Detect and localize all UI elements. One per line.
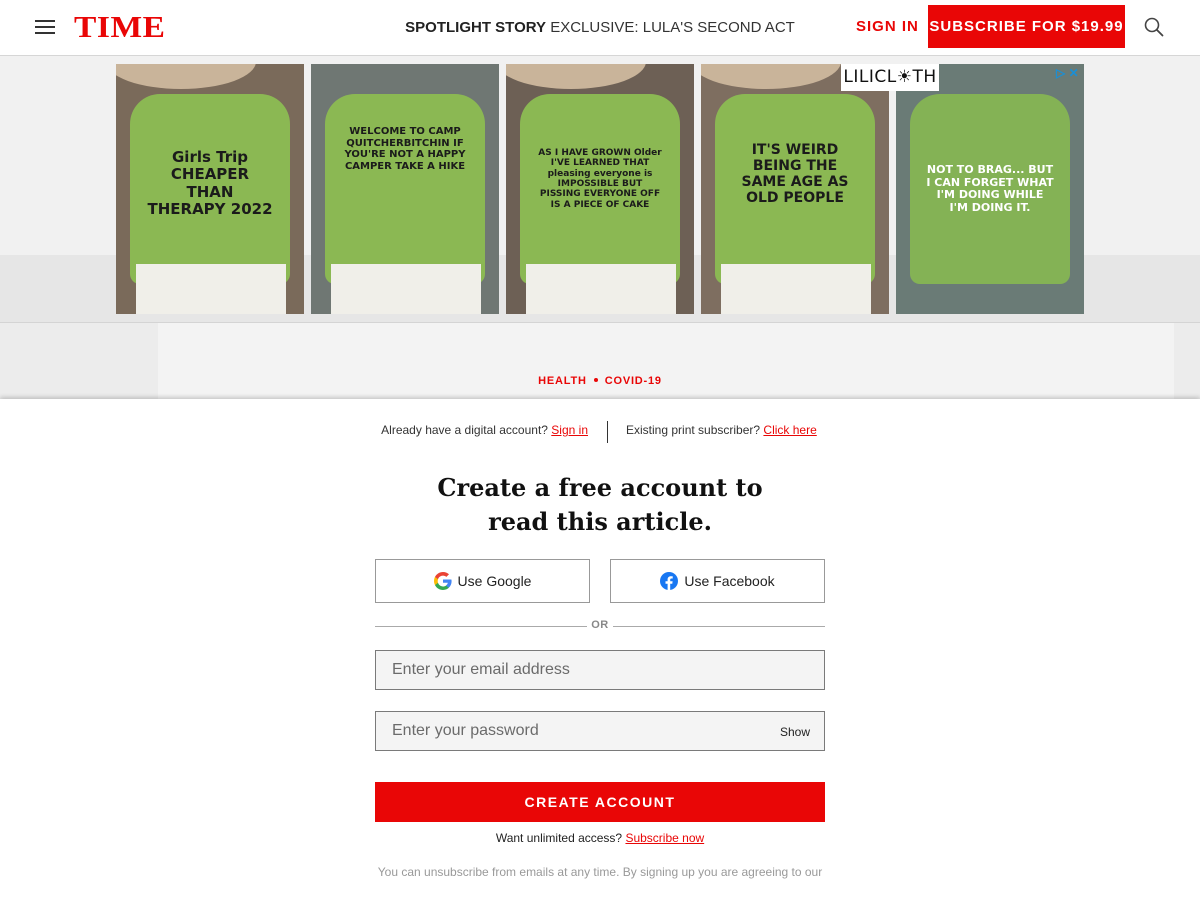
ad-choices-close-icon[interactable]: ▷ ✕ <box>1056 66 1079 80</box>
facebook-button-label: Use Facebook <box>684 573 775 589</box>
account-links-row: Already have a digital account? Sign in … <box>0 421 1200 445</box>
ad-product-tile[interactable]: AS I HAVE GROWN Older I'VE LEARNED THAT … <box>506 64 694 314</box>
email-field[interactable] <box>375 650 825 690</box>
subscribe-now-link[interactable]: Subscribe now <box>625 831 704 845</box>
sign-in-link[interactable]: Sign in <box>551 423 588 437</box>
or-divider: OR <box>375 618 825 634</box>
shorts-shape <box>331 264 481 314</box>
ad-product-tile[interactable]: NOT TO BRAG... BUT I CAN FORGET WHAT I'M… <box>896 64 1084 314</box>
paywall-headline: Create a free account to read this artic… <box>0 471 1200 539</box>
show-password-toggle[interactable]: Show <box>780 725 810 739</box>
print-subscriber-link[interactable]: Click here <box>763 423 816 437</box>
registration-wall: Already have a digital account? Sign in … <box>0 399 1200 900</box>
ad-brand-logo[interactable]: LILICL☀TH <box>841 64 939 91</box>
password-field[interactable] <box>375 711 825 751</box>
ad-product-tile[interactable]: WELCOME TO CAMP QUITCHERBITCHIN IF YOU'R… <box>311 64 499 314</box>
facebook-signup-button[interactable]: Use Facebook <box>610 559 825 603</box>
spotlight-story-link[interactable]: EXCLUSIVE: LULA'S SECOND ACT <box>550 19 795 36</box>
shirt-slogan: NOT TO BRAG... BUT I CAN FORGET WHAT I'M… <box>926 163 1054 214</box>
section-tag[interactable]: HEALTH <box>538 375 587 387</box>
sign-in-link[interactable]: SIGN IN <box>856 18 919 35</box>
print-subscriber-prompt: Existing print subscriber? Click here <box>626 423 817 437</box>
digital-account-prompt: Already have a digital account? Sign in <box>381 423 588 437</box>
google-signup-button[interactable]: Use Google <box>375 559 590 603</box>
shorts-shape <box>526 264 676 314</box>
search-icon[interactable] <box>1144 17 1164 37</box>
create-account-button[interactable]: CREATE ACCOUNT <box>375 782 825 822</box>
google-button-label: Use Google <box>457 573 532 589</box>
article-tags: HEALTH COVID-19 <box>0 375 1200 387</box>
divider-line <box>613 626 825 627</box>
tag-separator <box>593 378 598 383</box>
unlimited-access-prompt: Want unlimited access? Subscribe now <box>0 831 1200 845</box>
shorts-shape <box>136 264 286 314</box>
terms-fineprint: You can unsubscribe from emails at any t… <box>377 865 823 879</box>
shirt-slogan: WELCOME TO CAMP QUITCHERBITCHIN IF YOU'R… <box>344 126 466 172</box>
ad-product-tile[interactable]: Girls Trip CHEAPER THAN THERAPY 2022 <box>116 64 304 314</box>
shirt-slogan: AS I HAVE GROWN Older I'VE LEARNED THAT … <box>538 148 662 210</box>
print-prompt-text: Existing print subscriber? <box>626 423 761 437</box>
ad-product-tile[interactable]: IT'S WEIRD BEING THE SAME AGE AS OLD PEO… <box>701 64 889 314</box>
shorts-shape <box>721 264 871 314</box>
hat-shape <box>506 64 646 89</box>
hat-shape <box>701 64 841 89</box>
digital-prompt-text: Already have a digital account? <box>381 423 548 437</box>
google-icon <box>433 572 452 590</box>
headline-line-2: read this article. <box>488 507 712 536</box>
background-lower-inner <box>158 323 1174 400</box>
topic-tag[interactable]: COVID-19 <box>605 375 662 387</box>
shirt-slogan: Girls Trip CHEAPER THAN THERAPY 2022 <box>147 148 273 218</box>
or-label: OR <box>591 619 609 631</box>
subscribe-button[interactable]: SUBSCRIBE FOR $19.99 <box>928 5 1125 48</box>
site-header: TIME SPOTLIGHT STORY EXCLUSIVE: LULA'S S… <box>0 0 1200 56</box>
shirt-image <box>325 94 485 284</box>
advertisement-banner[interactable]: Girls Trip CHEAPER THAN THERAPY 2022 WEL… <box>116 64 1084 314</box>
headline-line-1: Create a free account to <box>437 473 763 502</box>
unlimited-prompt-text: Want unlimited access? <box>495 831 623 845</box>
divider <box>607 421 608 443</box>
hat-shape <box>116 64 256 89</box>
shirt-slogan: IT'S WEIRD BEING THE SAME AGE AS OLD PEO… <box>741 142 849 207</box>
facebook-icon <box>660 572 679 590</box>
spotlight-label: SPOTLIGHT STORY <box>405 19 547 36</box>
